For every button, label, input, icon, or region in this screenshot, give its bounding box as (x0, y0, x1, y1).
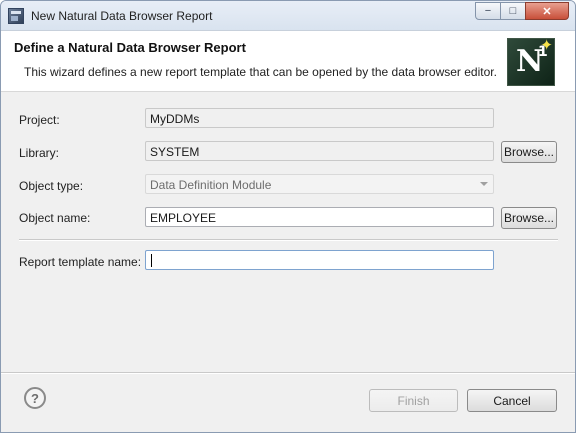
app-icon (8, 8, 24, 24)
object-type-select[interactable]: Data Definition Module (145, 174, 494, 194)
report-template-name-input[interactable] (145, 250, 494, 270)
page-title: Define a Natural Data Browser Report (14, 40, 246, 55)
natural-banner-icon: N 1 ✦ (507, 37, 555, 86)
object-name-browse-button[interactable]: Browse... (501, 207, 557, 229)
page-description: This wizard defines a new report templat… (24, 65, 497, 79)
library-field: SYSTEM (145, 141, 494, 161)
form-separator (19, 239, 558, 241)
object-type-value: Data Definition Module (150, 178, 272, 192)
star-icon: ✦ (540, 37, 553, 54)
report-template-name-label: Report template name: (19, 255, 142, 269)
title-bar: New Natural Data Browser Report − □ ✕ (1, 1, 575, 31)
wizard-header: Define a Natural Data Browser Report Thi… (1, 31, 575, 92)
footer-separator (1, 372, 575, 374)
cancel-button[interactable]: Cancel (467, 389, 557, 412)
window-controls: − □ ✕ (475, 2, 569, 20)
library-browse-button[interactable]: Browse... (501, 141, 557, 163)
maximize-button[interactable]: □ (500, 2, 526, 20)
finish-button[interactable]: Finish (369, 389, 458, 412)
chevron-down-icon (480, 182, 488, 186)
text-caret (151, 254, 152, 267)
project-field: MyDDMs (145, 108, 494, 128)
object-name-label: Object name: (19, 211, 91, 225)
window-title: New Natural Data Browser Report (31, 9, 213, 23)
minimize-button[interactable]: − (475, 2, 501, 20)
library-label: Library: (19, 146, 60, 160)
wizard-window: New Natural Data Browser Report − □ ✕ De… (0, 0, 576, 433)
close-button[interactable]: ✕ (525, 2, 569, 20)
help-icon[interactable]: ? (24, 387, 46, 409)
object-name-input[interactable]: EMPLOYEE (145, 207, 494, 227)
project-label: Project: (19, 113, 60, 127)
object-type-label: Object type: (19, 179, 84, 193)
